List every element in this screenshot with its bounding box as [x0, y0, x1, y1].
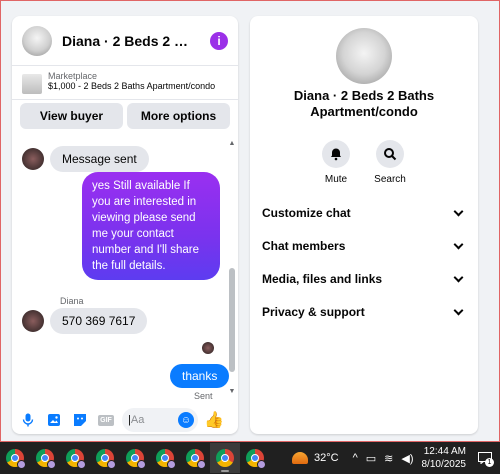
profile-badge-icon [17, 460, 26, 469]
info-panel: Diana · 2 Beds 2 Baths Apartment/condo M… [250, 16, 478, 434]
taskbar-app-chrome[interactable] [30, 443, 60, 473]
chevron-down-icon [453, 239, 464, 249]
section-media-files[interactable]: Media, files and links [262, 269, 466, 289]
section-customize-chat[interactable]: Customize chat [262, 203, 466, 223]
weather-widget[interactable]: 32°C [292, 452, 339, 464]
profile-badge-icon [137, 460, 146, 469]
section-privacy-support[interactable]: Privacy & support [262, 302, 466, 322]
notification-icon[interactable]: 1 [474, 447, 496, 469]
chat-header: Diana · 2 Beds 2 Baths Apartment/condo i [12, 16, 238, 66]
info-title: Diana · 2 Beds 2 Baths Apartment/condo [293, 88, 435, 119]
sticker-icon[interactable] [70, 410, 90, 430]
temperature: 32°C [314, 452, 339, 464]
gif-label: GIF [98, 414, 114, 426]
profile-badge-icon [167, 460, 176, 469]
photo-icon[interactable] [44, 410, 64, 430]
input-placeholder: Aa [130, 414, 145, 426]
bell-icon[interactable] [322, 140, 350, 168]
thumbs-up-icon[interactable]: 👍 [204, 410, 224, 430]
marketplace-listing[interactable]: Marketplace $1,000 - 2 Beds 2 Baths Apar… [12, 66, 238, 100]
more-options-button[interactable]: More options [127, 103, 230, 129]
microphone-icon[interactable] [18, 410, 38, 430]
profile-avatar[interactable] [336, 28, 392, 84]
section-label: Customize chat [262, 206, 351, 220]
listing-thumbnail [22, 74, 42, 94]
view-buyer-button[interactable]: View buyer [20, 103, 123, 129]
taskbar-app-chrome[interactable] [240, 443, 270, 473]
search-label: Search [374, 174, 406, 185]
info-icon[interactable]: i [210, 31, 228, 50]
message-bubble[interactable]: 570 369 7617 [50, 308, 148, 334]
search-icon[interactable] [376, 140, 404, 168]
gif-icon[interactable]: GIF [96, 410, 116, 430]
message-row: 570 369 7617 [22, 308, 148, 334]
section-label: Media, files and links [262, 272, 383, 286]
profile-badge-icon [107, 460, 116, 469]
taskbar-app-chrome-active[interactable] [210, 443, 240, 473]
message-row: thanks [170, 364, 230, 388]
mute-action[interactable]: Mute [306, 140, 366, 185]
chat-title[interactable]: Diana · 2 Beds 2 Baths Apartment/condo [62, 33, 198, 49]
clock-time: 12:44 AM [423, 446, 466, 457]
taskbar-app-chrome[interactable] [150, 443, 180, 473]
clock[interactable]: 12:44 AM 8/10/2025 [422, 445, 467, 471]
message-bubble[interactable]: Message sent [50, 146, 149, 172]
chat-avatar[interactable] [22, 25, 52, 56]
taskbar-app-chrome[interactable] [90, 443, 120, 473]
listing-title: $1,000 - 2 Beds 2 Baths Apartment/condo [48, 81, 216, 91]
scroll-thumb[interactable] [229, 268, 235, 372]
clock-date: 8/10/2025 [421, 459, 467, 470]
chevron-up-icon[interactable]: ^ [353, 452, 358, 464]
profile-badge-icon [47, 460, 56, 469]
volume-icon[interactable]: ◀) [401, 452, 413, 465]
chevron-down-icon [453, 305, 464, 315]
message-list: Message sent yes Still available If you … [12, 134, 238, 401]
taskbar-app-chrome[interactable] [120, 443, 150, 473]
message-bubble[interactable]: yes Still available If you are intereste… [82, 172, 220, 280]
sender-name: Diana [60, 296, 84, 306]
chevron-down-icon [453, 206, 464, 216]
section-label: Privacy & support [262, 305, 365, 319]
section-chat-members[interactable]: Chat members [262, 236, 466, 256]
wifi-icon[interactable]: ≋ [384, 452, 393, 465]
profile-badge-icon [257, 460, 266, 469]
taskbar-app-chrome[interactable] [60, 443, 90, 473]
message-row: Message sent [22, 146, 149, 172]
marketplace-label: Marketplace [48, 71, 98, 81]
message-bubble[interactable]: thanks [170, 364, 230, 388]
scroll-up-icon[interactable]: ▲ [228, 140, 236, 147]
system-tray: 32°C ^ ▭ ≋ ◀) 12:44 AM 8/10/2025 1 [292, 442, 500, 474]
active-indicator [221, 470, 229, 472]
contact-avatar [22, 148, 44, 170]
search-action[interactable]: Search [360, 140, 420, 185]
message-input[interactable]: | Aa ☺ [122, 408, 198, 432]
scroll-down-icon[interactable]: ▼ [228, 388, 236, 395]
message-row: yes Still available If you are intereste… [82, 172, 220, 280]
chevron-down-icon [453, 272, 464, 282]
chat-panel: Diana · 2 Beds 2 Baths Apartment/condo i… [12, 16, 238, 434]
taskbar-app-chrome[interactable] [180, 443, 210, 473]
profile-badge-icon [197, 460, 206, 469]
scrollbar[interactable]: ▲ ▼ [228, 140, 236, 398]
taskbar-app-chrome[interactable] [0, 443, 30, 473]
weather-icon [292, 452, 308, 464]
mute-label: Mute [324, 174, 348, 185]
composer: GIF | Aa ☺ 👍 [12, 406, 238, 434]
notification-count: 1 [485, 458, 494, 467]
contact-avatar [22, 310, 44, 332]
chrome-icon [216, 449, 234, 467]
section-label: Chat members [262, 239, 346, 253]
taskbar: 32°C ^ ▭ ≋ ◀) 12:44 AM 8/10/2025 1 [0, 442, 500, 474]
sent-status: Sent [194, 391, 213, 401]
battery-icon[interactable]: ▭ [366, 452, 376, 465]
emoji-icon[interactable]: ☺ [178, 412, 194, 428]
seen-indicator [202, 342, 214, 354]
listing-buttons: View buyer More options [12, 100, 238, 132]
profile-badge-icon [77, 460, 86, 469]
